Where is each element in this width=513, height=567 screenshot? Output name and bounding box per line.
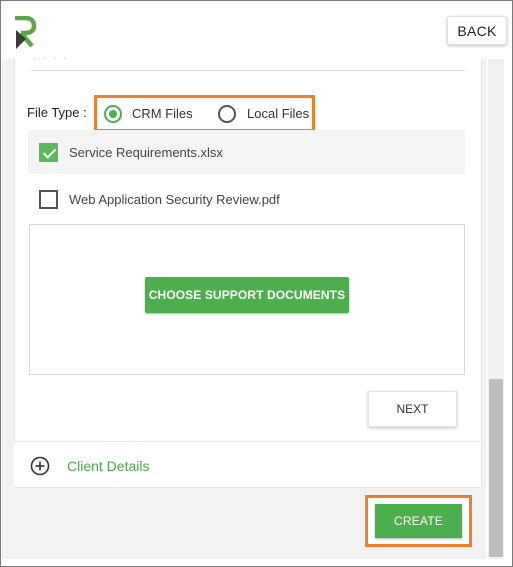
file-row[interactable]: Service Requirements.xlsx bbox=[28, 130, 465, 174]
crm-files-radio[interactable] bbox=[104, 105, 122, 123]
support-documents-dropzone: CHOOSE SUPPORT DOCUMENTS bbox=[29, 224, 465, 375]
file-type-label: File Type : bbox=[27, 105, 87, 120]
choose-support-documents-button[interactable]: CHOOSE SUPPORT DOCUMENTS bbox=[145, 277, 349, 313]
vertical-scrollbar[interactable] bbox=[488, 59, 504, 559]
app-window: BACK · · · · File Type : CRM Files Local… bbox=[0, 0, 513, 567]
file-type-radio-group: CRM Files Local Files bbox=[94, 95, 315, 132]
create-button[interactable]: CREATE bbox=[375, 504, 462, 538]
local-files-label[interactable]: Local Files bbox=[247, 106, 309, 121]
create-button-highlight: CREATE bbox=[365, 495, 472, 547]
file-name: Service Requirements.xlsx bbox=[69, 145, 223, 160]
scrollbar-thumb[interactable] bbox=[489, 379, 503, 557]
client-details-label[interactable]: Client Details bbox=[67, 458, 149, 474]
app-logo-icon bbox=[15, 16, 37, 49]
file-row[interactable]: Web Application Security Review.pdf bbox=[28, 177, 465, 221]
top-bar: BACK bbox=[2, 2, 511, 62]
previous-field-underline: · · · · bbox=[31, 53, 465, 71]
next-button[interactable]: NEXT bbox=[368, 391, 457, 427]
file-checkbox[interactable] bbox=[39, 190, 58, 209]
file-name: Web Application Security Review.pdf bbox=[69, 192, 280, 207]
crm-files-label[interactable]: CRM Files bbox=[132, 106, 193, 121]
local-files-radio[interactable] bbox=[218, 105, 236, 123]
client-details-section[interactable]: Client Details bbox=[14, 441, 481, 488]
plus-circle-icon[interactable] bbox=[30, 456, 50, 476]
file-checkbox[interactable] bbox=[39, 143, 58, 162]
back-button[interactable]: BACK bbox=[447, 16, 507, 45]
